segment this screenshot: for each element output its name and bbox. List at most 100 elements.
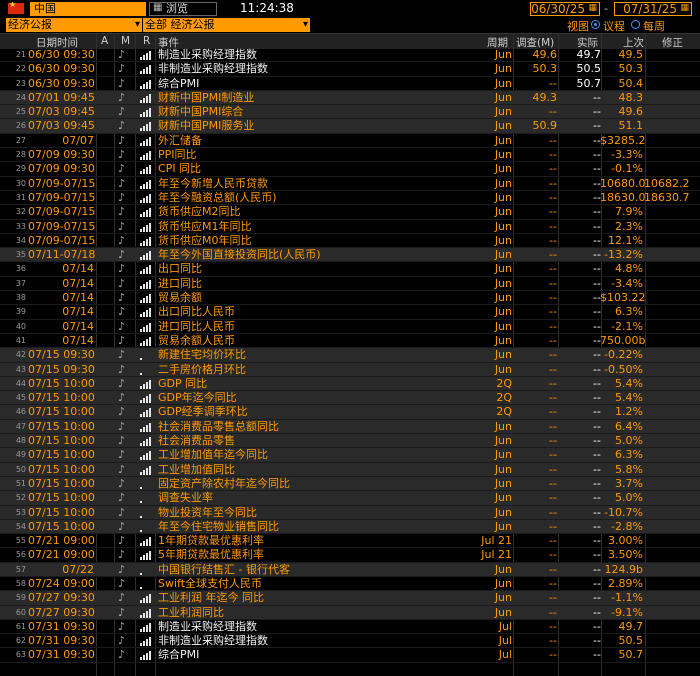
row-event[interactable]: 货币供应M0年同比 [158, 234, 478, 248]
agenda-radio-label[interactable]: 议程 [603, 18, 625, 34]
table-row[interactable]: 46 07/15 10:00 ♪ GDP经季调季环比 2Q -- -- 1.2% [0, 405, 700, 420]
alert-bell-icon[interactable]: ♪ [118, 548, 125, 562]
row-event[interactable]: 综合PMI [158, 77, 478, 91]
row-event[interactable]: 财新中国PMI综合 [158, 105, 478, 119]
alert-bell-icon[interactable]: ♪ [118, 91, 125, 105]
row-event[interactable]: 年至今外国直接投资同比(人民币) [158, 248, 478, 262]
row-event[interactable]: Swift全球支付人民币 [158, 577, 478, 591]
alert-bell-icon[interactable]: ♪ [118, 520, 125, 534]
row-event[interactable]: 出口同比人民币 [158, 305, 478, 319]
alert-bell-icon[interactable]: ♪ [118, 377, 125, 391]
table-row[interactable]: 58 07/24 09:00 ♪ Swift全球支付人民币 Jun -- -- 2.89% [0, 577, 700, 592]
alert-bell-icon[interactable]: ♪ [118, 134, 125, 148]
table-row[interactable]: 28 07/09 09:30 ♪ PPI同比 Jun -- -- -3.3% [0, 148, 700, 163]
row-event[interactable]: 贸易余额 [158, 291, 478, 305]
alert-bell-icon[interactable]: ♪ [118, 534, 125, 548]
row-event[interactable]: 新建住宅均价环比 [158, 348, 478, 362]
alert-bell-icon[interactable]: ♪ [118, 420, 125, 434]
table-row[interactable]: 51 07/15 10:00 ♪ 固定资产除农村年迄今同比 Jun -- -- 3.7% [0, 476, 700, 492]
row-event[interactable]: 财新中国PMI制造业 [158, 91, 478, 105]
row-event[interactable]: 社会消费品零售 [158, 434, 478, 448]
alert-bell-icon[interactable]: ♪ [118, 162, 125, 176]
end-date-field[interactable]: 07/31/25 [614, 2, 692, 16]
table-row[interactable]: 44 07/15 10:00 ♪ GDP 同比 2Q -- -- 5.4% [0, 376, 700, 392]
row-event[interactable]: 中国银行结售汇 - 银行代客 [158, 563, 478, 577]
alert-bell-icon[interactable]: ♪ [118, 405, 125, 419]
alert-bell-icon[interactable]: ♪ [118, 577, 125, 591]
header-a[interactable]: A [101, 35, 108, 47]
row-event[interactable]: 社会消费品零售总额同比 [158, 420, 478, 434]
agenda-radio[interactable] [591, 20, 600, 29]
alert-bell-icon[interactable]: ♪ [118, 77, 125, 91]
row-event[interactable]: 综合PMI [158, 648, 478, 662]
table-row[interactable]: 35 07/11-07/18 ♪ 年至今外国直接投资同比(人民币) Jun -- -- -13… [0, 248, 700, 263]
header-r[interactable]: R [143, 35, 150, 47]
alert-bell-icon[interactable]: ♪ [118, 606, 125, 620]
row-event[interactable]: 货币供应M1年同比 [158, 220, 478, 234]
alert-bell-icon[interactable]: ♪ [118, 491, 125, 505]
table-row[interactable]: 27 07/07 ♪ 外汇储备 Jun -- -- $3285.2 [0, 134, 700, 149]
row-event[interactable]: 贸易余额人民币 [158, 334, 478, 348]
weekly-radio[interactable] [631, 20, 640, 29]
alert-bell-icon[interactable]: ♪ [118, 434, 125, 448]
table-row[interactable]: 26 07/03 09:45 ♪ 财新中国PMI服务业 Jun 50.9 -- 51.1 [0, 119, 700, 134]
table-row[interactable]: 31 07/09-07/15 ♪ 年至今融资总额(人民币) Jun -- -- 18630.0… [0, 191, 700, 206]
row-event[interactable]: 二手房价格月环比 [158, 363, 478, 377]
table-row[interactable]: 39 07/14 ♪ 出口同比人民币 Jun -- -- 6.3% [0, 305, 700, 320]
alert-bell-icon[interactable]: ♪ [118, 463, 125, 477]
row-event[interactable]: 制造业采购经理指数 [158, 620, 478, 634]
table-row[interactable]: 62 07/31 09:30 ♪ 非制造业采购经理指数 Jul -- -- 50.5 [0, 634, 700, 649]
table-row[interactable]: 23 06/30 09:30 ♪ 综合PMI Jun -- 50.7 50.4 [0, 77, 700, 91]
alert-bell-icon[interactable]: ♪ [118, 119, 125, 133]
table-row[interactable]: 32 07/09-07/15 ♪ 货币供应M2同比 Jun -- -- 7.9% [0, 205, 700, 220]
row-event[interactable]: 年至今融资总额(人民币) [158, 191, 478, 205]
alert-bell-icon[interactable]: ♪ [118, 477, 125, 491]
weekly-radio-label[interactable]: 每周 [643, 18, 665, 34]
table-row[interactable]: 21 06/30 09:30 ♪ 制造业采购经理指数 Jun 49.6 49.7 49.5 [0, 48, 700, 63]
alert-bell-icon[interactable]: ♪ [118, 391, 125, 405]
table-row[interactable]: 50 07/15 10:00 ♪ 工业增加值同比 Jun -- -- 5.8% [0, 462, 700, 477]
table-row[interactable]: 48 07/15 10:00 ♪ 社会消费品零售 Jun -- -- 5.0% [0, 434, 700, 449]
row-event[interactable]: 工业增加值年迄今同比 [158, 448, 478, 462]
table-row[interactable]: 25 07/03 09:45 ♪ 财新中国PMI综合 Jun -- -- 49.6 [0, 105, 700, 120]
row-event[interactable]: PPI同比 [158, 148, 478, 162]
table-row[interactable]: 41 07/14 ♪ 贸易余额人民币 Jun -- -- 750.00b [0, 334, 700, 349]
category-dropdown[interactable]: 经济公报 [6, 18, 142, 32]
row-event[interactable]: GDP年迄今同比 [158, 391, 478, 405]
row-event[interactable]: 调查失业率 [158, 491, 478, 505]
row-event[interactable]: 进口同比 [158, 277, 478, 291]
alert-bell-icon[interactable]: ♪ [118, 105, 125, 119]
alert-bell-icon[interactable]: ♪ [118, 177, 125, 191]
alert-bell-icon[interactable]: ♪ [118, 348, 125, 362]
row-event[interactable]: 非制造业采购经理指数 [158, 634, 478, 648]
table-row[interactable]: 38 07/14 ♪ 贸易余额 Jun -- -- $103.22 [0, 291, 700, 306]
alert-bell-icon[interactable]: ♪ [118, 48, 125, 62]
alert-bell-icon[interactable]: ♪ [118, 634, 125, 648]
row-event[interactable]: 工业增加值同比 [158, 463, 478, 477]
browse-button[interactable]: 浏览 [149, 2, 217, 16]
alert-bell-icon[interactable]: ♪ [118, 448, 125, 462]
row-event[interactable]: 物业投资年至今同比 [158, 506, 478, 520]
alert-bell-icon[interactable]: ♪ [118, 277, 125, 291]
table-row[interactable]: 36 07/14 ♪ 出口同比 Jun -- -- 4.8% [0, 262, 700, 277]
row-event[interactable]: 年至今住宅物业销售同比 [158, 520, 478, 534]
row-event[interactable]: 5年期贷款最优惠利率 [158, 548, 478, 562]
scope-dropdown[interactable]: 全部 经济公报 [143, 18, 310, 32]
table-row[interactable]: 57 07/22 ♪ 中国银行结售汇 - 银行代客 Jun -- -- 124.9b [0, 562, 700, 577]
alert-bell-icon[interactable]: ♪ [118, 506, 125, 520]
row-event[interactable]: CPI 同比 [158, 162, 478, 176]
table-row[interactable]: 63 07/31 09:30 ♪ 综合PMI Jul -- -- 50.7 [0, 648, 700, 663]
alert-bell-icon[interactable]: ♪ [118, 191, 125, 205]
row-event[interactable]: 非制造业采购经理指数 [158, 62, 478, 76]
alert-bell-icon[interactable]: ♪ [118, 305, 125, 319]
row-event[interactable]: 出口同比 [158, 262, 478, 276]
table-row[interactable]: 33 07/09-07/15 ♪ 货币供应M1年同比 Jun -- -- 2.3% [0, 220, 700, 234]
table-row[interactable]: 52 07/15 10:00 ♪ 调查失业率 Jun -- -- 5.0% [0, 491, 700, 506]
alert-bell-icon[interactable]: ♪ [118, 591, 125, 605]
table-row[interactable]: 30 07/09-07/15 ♪ 年至今新增人民币贷款 Jun -- -- 10680.0 10… [0, 177, 700, 191]
table-row[interactable]: 61 07/31 09:30 ♪ 制造业采购经理指数 Jul -- -- 49.7 [0, 620, 700, 635]
alert-bell-icon[interactable]: ♪ [118, 205, 125, 219]
alert-bell-icon[interactable]: ♪ [118, 620, 125, 634]
table-row[interactable]: 42 07/15 09:30 ♪ 新建住宅均价环比 Jun -- -- -0.22% [0, 348, 700, 363]
row-event[interactable]: 固定资产除农村年迄今同比 [158, 477, 478, 491]
